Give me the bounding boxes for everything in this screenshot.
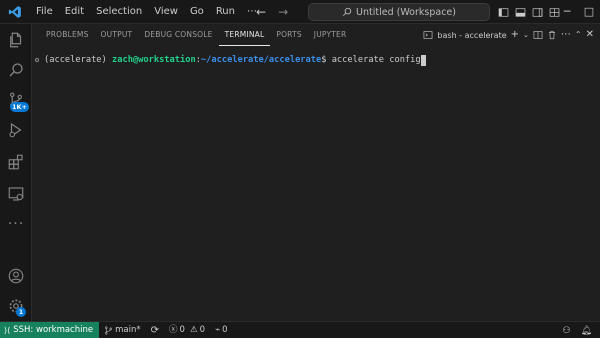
error-icon: ⓧ	[169, 324, 178, 335]
working-directory: ~/accelerate/accelerate	[200, 55, 322, 65]
toggle-panel-icon[interactable]	[515, 7, 526, 18]
new-terminal-icon[interactable]: +	[511, 24, 519, 46]
radio-tower-icon: ⌁	[214, 324, 221, 335]
title-bar: File Edit Selection View Go Run ⋯ ← → Un…	[0, 0, 600, 24]
live-share-icon[interactable]: ⚇	[562, 326, 570, 336]
remote-explorer-icon[interactable]	[0, 180, 32, 208]
back-arrow-icon[interactable]: ←	[256, 0, 266, 24]
tab-jupyter[interactable]: JUPYTER	[308, 24, 353, 46]
terminal-output[interactable]: (accelerate) zach@workstation: ~/accelera…	[32, 50, 600, 320]
remote-indicator[interactable]: ⟩⟨ SSH: workmachine	[0, 321, 100, 338]
more-actions-icon[interactable]: ⋯	[561, 24, 571, 46]
menu-bar: File Edit Selection View Go Run ⋯	[30, 0, 263, 24]
run-debug-icon[interactable]	[0, 116, 32, 144]
maximize-icon[interactable]: □	[578, 0, 600, 24]
chevron-up-icon[interactable]: ⌃	[575, 24, 582, 46]
trash-icon[interactable]	[547, 30, 557, 40]
user-host: zach@workstation	[112, 55, 196, 65]
toggle-secondary-sidebar-icon[interactable]	[532, 7, 543, 18]
ports-status[interactable]: ⌁ 0	[210, 322, 233, 338]
more-views-icon[interactable]: ···	[0, 210, 32, 238]
menu-go[interactable]: Go	[184, 0, 210, 24]
explorer-icon[interactable]	[0, 26, 32, 54]
tab-ports[interactable]: PORTS	[270, 24, 307, 46]
menu-edit[interactable]: Edit	[59, 0, 90, 24]
forward-arrow-icon[interactable]: →	[278, 0, 288, 24]
branch-status[interactable]: main*	[99, 322, 146, 338]
tab-output[interactable]: OUTPUT	[95, 24, 139, 46]
terminal-panel: PROBLEMS OUTPUT DEBUG CONSOLE TERMINAL P…	[32, 24, 600, 321]
terminal-icon	[424, 31, 433, 39]
sync-icon: ⟳	[150, 324, 159, 336]
extensions-icon[interactable]	[0, 148, 32, 176]
typed-command: accelerate config	[331, 55, 421, 65]
vscode-logo-icon	[0, 0, 30, 24]
terminal-cursor	[420, 54, 426, 66]
activity-bar: 1K+ ··· 1	[0, 24, 32, 321]
remote-icon: ⟩⟨	[4, 325, 11, 335]
tab-debug-console[interactable]: DEBUG CONSOLE	[138, 24, 218, 46]
status-bar: ⟩⟨ SSH: workmachine main* ⟳ ⓧ 0 ⚠ 0 ⌁ 0 …	[0, 321, 600, 338]
branch-name: main*	[115, 324, 141, 335]
search-icon	[342, 7, 352, 17]
command-center-label: Untitled (Workspace)	[356, 6, 456, 18]
conda-env: (accelerate)	[44, 55, 107, 65]
chevron-down-icon[interactable]: ⌄	[523, 24, 529, 46]
terminal-name[interactable]: bash - accelerate	[437, 31, 506, 40]
settings-badge: 1	[16, 307, 26, 317]
search-icon[interactable]	[0, 56, 32, 84]
error-count: 0	[179, 324, 185, 335]
terminal-prompt-line: (accelerate) zach@workstation: ~/accelera…	[32, 54, 426, 66]
toggle-primary-sidebar-icon[interactable]	[498, 7, 509, 18]
tab-problems[interactable]: PROBLEMS	[40, 24, 95, 46]
menu-file[interactable]: File	[30, 0, 59, 24]
sync-button[interactable]: ⟳	[146, 322, 164, 338]
remote-label: SSH: workmachine	[13, 325, 94, 335]
manage-gear-icon[interactable]: 1	[0, 292, 32, 320]
accounts-icon[interactable]	[0, 262, 32, 290]
menu-run[interactable]: Run	[210, 0, 241, 24]
command-decoration-icon[interactable]	[35, 58, 39, 62]
ports-count: 0	[222, 324, 228, 335]
menu-view[interactable]: View	[148, 0, 184, 24]
minimize-icon[interactable]: ─	[556, 0, 578, 24]
git-branch-icon	[105, 326, 113, 334]
command-center[interactable]: Untitled (Workspace)	[308, 3, 490, 21]
warning-icon: ⚠	[189, 324, 198, 335]
split-terminal-icon[interactable]	[533, 30, 543, 40]
source-control-icon[interactable]: 1K+	[0, 86, 32, 114]
warning-count: 0	[199, 324, 205, 335]
close-icon[interactable]: ✕	[586, 24, 594, 46]
tab-terminal[interactable]: TERMINAL	[218, 24, 271, 46]
notifications-bell-icon[interactable]: 🔔︎	[581, 326, 592, 336]
menu-selection[interactable]: Selection	[90, 0, 148, 24]
source-control-badge: 1K+	[10, 102, 30, 112]
problems-status[interactable]: ⓧ 0 ⚠ 0	[164, 322, 210, 338]
